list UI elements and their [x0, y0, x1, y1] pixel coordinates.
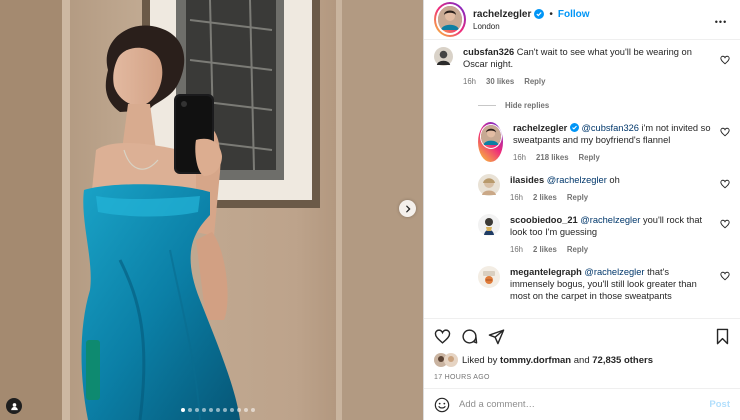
post-media[interactable] [0, 0, 423, 420]
verified-badge-icon [534, 9, 545, 19]
reply-time[interactable]: 16h [510, 193, 523, 202]
carousel-dot [187, 408, 192, 412]
reply-username[interactable]: scoobiedoo_21 [510, 215, 578, 225]
heart-outline-icon[interactable] [434, 328, 451, 345]
post-comment-button[interactable]: Post [709, 399, 730, 410]
reply-reply-button[interactable]: Reply [567, 245, 588, 254]
hide-replies-label: Hide replies [505, 101, 550, 110]
reply-mention[interactable]: @cubsfan326 [581, 123, 639, 133]
carousel-dot [180, 408, 185, 412]
bookmark-icon[interactable] [715, 328, 730, 345]
reply-item: rachelzegler @cubsfan326 i'm not invited… [478, 122, 730, 162]
heart-outline-icon[interactable] [720, 271, 730, 281]
reply-item: megantelegraph @rachelzegler that's imme… [478, 266, 730, 302]
likes-summary: Liked by tommy.dorfman and 72,835 others [434, 353, 730, 367]
reply-username[interactable]: ilasides [510, 175, 544, 185]
reply-avatar[interactable] [478, 214, 500, 236]
header-separator: • [549, 8, 553, 20]
comment-time[interactable]: 16h [463, 77, 476, 86]
heart-outline-icon[interactable] [720, 219, 730, 229]
carousel-dot [208, 408, 213, 412]
reply-reply-button[interactable]: Reply [567, 193, 588, 202]
carousel-indicator [0, 408, 423, 412]
reply-text: oh [606, 175, 620, 185]
share-paper-plane-icon[interactable] [488, 328, 505, 345]
reply-mention[interactable]: @rachelzegler [547, 175, 607, 185]
comment-input[interactable]: Add a comment… [459, 399, 709, 410]
chevron-right-icon [405, 205, 411, 212]
comment-reply-button[interactable]: Reply [524, 77, 545, 86]
reply-mention[interactable]: @rachelzegler [580, 215, 640, 225]
emoji-smile-icon[interactable] [434, 397, 450, 413]
carousel-dot [250, 408, 255, 412]
reply-item: scoobiedoo_21 @rachelzegler you'll rock … [478, 214, 730, 254]
liked-by-prefix: Liked by [462, 354, 501, 366]
carousel-dot [236, 408, 241, 412]
author-avatar [438, 6, 462, 30]
post-timestamp[interactable]: 17 HOURS AGO [434, 374, 730, 381]
post-actions: Liked by tommy.dorfman and 72,835 others… [424, 318, 740, 388]
post-photo [0, 0, 423, 420]
author-username[interactable]: rachelzegler [473, 9, 531, 20]
liked-by-user[interactable]: tommy.dorfman [500, 355, 571, 366]
hide-replies-button[interactable]: Hide replies [478, 101, 730, 110]
reply-avatar[interactable] [478, 174, 500, 196]
hide-replies-line [478, 105, 496, 106]
post-location[interactable]: London [473, 22, 712, 31]
carousel-dot [243, 408, 248, 412]
more-options-button[interactable]: ••• [712, 13, 730, 27]
reply-item: ilasides @rachelzegler oh 16h 2 likes Re… [478, 174, 730, 202]
post-header: rachelzegler • Follow London ••• [424, 0, 740, 40]
reply-likes[interactable]: 2 likes [533, 193, 557, 202]
comment-item: cubsfan326 Can't wait to see what you'll… [434, 46, 730, 86]
verified-badge-icon [569, 123, 579, 132]
more-horizontal-icon: ••• [714, 16, 728, 27]
comment-likes[interactable]: 30 likes [486, 77, 514, 86]
reply-reply-button[interactable]: Reply [579, 153, 600, 162]
reply-avatar-ring[interactable] [478, 122, 503, 162]
reply-time[interactable]: 16h [510, 245, 523, 254]
liked-by-others[interactable]: 72,835 others [592, 355, 653, 366]
follow-button[interactable]: Follow [558, 9, 590, 20]
comments-list: cubsfan326 Can't wait to see what you'll… [424, 40, 740, 318]
carousel-dot [194, 408, 199, 412]
reply-likes[interactable]: 2 likes [533, 245, 557, 254]
reply-username[interactable]: megantelegraph [510, 267, 582, 277]
carousel-dot [229, 408, 234, 412]
reply-likes[interactable]: 218 likes [536, 153, 569, 162]
reply-avatar [480, 124, 501, 145]
tagged-users-button[interactable] [6, 398, 22, 414]
comment-username[interactable]: cubsfan326 [463, 47, 514, 57]
next-photo-button[interactable] [399, 200, 416, 217]
reply-time[interactable]: 16h [513, 153, 526, 162]
carousel-dot [215, 408, 220, 412]
post-details-panel: rachelzegler • Follow London ••• cubsfan… [423, 0, 740, 420]
heart-outline-icon[interactable] [720, 179, 730, 189]
reply-username[interactable]: rachelzegler [513, 123, 567, 133]
heart-outline-icon[interactable] [720, 127, 730, 137]
user-tag-icon [10, 402, 18, 410]
heart-outline-icon[interactable] [720, 55, 730, 65]
reply-mention[interactable]: @rachelzegler [584, 267, 644, 277]
carousel-dot [201, 408, 206, 412]
liked-by-and: and [571, 354, 593, 366]
carousel-dot [222, 408, 227, 412]
liker-avatars [434, 353, 458, 367]
reply-avatar[interactable] [478, 266, 500, 288]
commenter-avatar[interactable] [434, 47, 453, 66]
author-avatar-ring[interactable] [434, 2, 466, 37]
add-comment-bar: Add a comment… Post [424, 388, 740, 420]
comment-bubble-icon[interactable] [461, 328, 478, 345]
